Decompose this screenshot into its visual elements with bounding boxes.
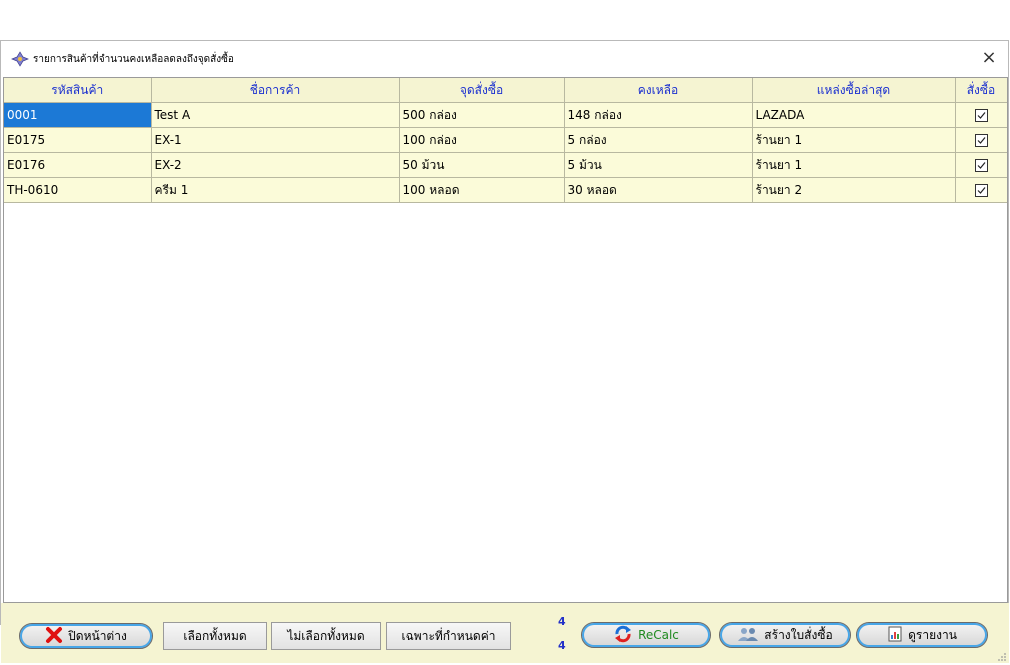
column-header-code[interactable]: รหัสสินค้า bbox=[4, 78, 152, 103]
product-grid[interactable]: รหัสสินค้า ชื่อการค้า จุดสั่งซื้อ คงเหลื… bbox=[3, 77, 1008, 603]
cell-reorder[interactable]: 50 ม้วน bbox=[399, 152, 565, 178]
selected-count: 4 bbox=[558, 615, 566, 628]
product-table: รหัสสินค้า ชื่อการค้า จุดสั่งซื้อ คงเหลื… bbox=[4, 78, 1007, 203]
column-header-reorder[interactable]: จุดสั่งซื้อ bbox=[399, 78, 565, 103]
reorder-window: รายการสินค้าที่จำนวนคงเหลือลดลงถึงจุดสั่… bbox=[0, 40, 1009, 663]
cell-name[interactable]: ครีม 1 bbox=[151, 177, 400, 203]
cell-reorder[interactable]: 500 กล่อง bbox=[399, 102, 565, 128]
column-header-order[interactable]: สั่งซื้อ bbox=[955, 78, 1007, 103]
column-header-name[interactable]: ชื่อการค้า bbox=[151, 78, 400, 103]
cell-code[interactable]: TH-0610 bbox=[4, 177, 152, 203]
close-window-button[interactable]: ปิดหน้าต่าง bbox=[19, 623, 153, 649]
order-checkbox[interactable] bbox=[974, 134, 988, 147]
cell-remaining[interactable]: 5 กล่อง bbox=[564, 127, 753, 153]
resize-grip-icon[interactable] bbox=[997, 651, 1007, 661]
total-count: 4 bbox=[558, 639, 566, 652]
order-checkbox[interactable] bbox=[974, 184, 988, 197]
cell-remaining[interactable]: 148 กล่อง bbox=[564, 102, 753, 128]
create-po-button[interactable]: สร้างใบสั่งซื้อ bbox=[719, 622, 851, 648]
window-title: รายการสินค้าที่จำนวนคงเหลือลดลงถึงจุดสั่… bbox=[33, 54, 234, 65]
cell-source[interactable]: ร้านยา 1 bbox=[752, 152, 956, 178]
footer-toolbar: ปิดหน้าต่าง เลือกทั้งหมด ไม่เลือกทั้งหมด… bbox=[1, 603, 1009, 663]
column-header-source[interactable]: แหล่งซื้อล่าสุด bbox=[752, 78, 956, 103]
red-x-icon bbox=[45, 626, 63, 647]
title-bar: รายการสินค้าที่จำนวนคงเหลือลดลงถึงจุดสั่… bbox=[1, 41, 1008, 77]
select-all-button[interactable]: เลือกทั้งหมด bbox=[163, 622, 267, 650]
cell-name[interactable]: EX-1 bbox=[151, 127, 400, 153]
cell-code[interactable]: 0001 bbox=[4, 102, 152, 128]
recalc-label: ReCalc bbox=[638, 628, 679, 642]
cell-remaining[interactable]: 30 หลอด bbox=[564, 177, 753, 203]
cell-name[interactable]: EX-2 bbox=[151, 152, 400, 178]
cell-order bbox=[955, 127, 1007, 153]
view-report-label: ดูรายงาน bbox=[908, 627, 957, 642]
view-report-button[interactable]: ดูรายงาน bbox=[856, 622, 988, 648]
order-checkbox[interactable] bbox=[974, 159, 988, 172]
order-checkbox[interactable] bbox=[974, 109, 988, 122]
cell-name[interactable]: Test A bbox=[151, 102, 400, 128]
create-po-label: สร้างใบสั่งซื้อ bbox=[764, 627, 833, 642]
cell-remaining[interactable]: 5 ม้วน bbox=[564, 152, 753, 178]
cell-reorder[interactable]: 100 กล่อง bbox=[399, 127, 565, 153]
header-row: รหัสสินค้า ชื่อการค้า จุดสั่งซื้อ คงเหลื… bbox=[4, 78, 1007, 103]
cell-code[interactable]: E0175 bbox=[4, 127, 152, 153]
cell-source[interactable]: ร้านยา 1 bbox=[752, 127, 956, 153]
close-window-label: ปิดหน้าต่าง bbox=[68, 628, 127, 643]
table-row[interactable]: E0176 EX-2 50 ม้วน 5 ม้วน ร้านยา 1 bbox=[4, 152, 1007, 178]
app-star-icon bbox=[11, 51, 29, 67]
close-icon[interactable]: × bbox=[978, 47, 1000, 69]
table-row[interactable]: E0175 EX-1 100 กล่อง 5 กล่อง ร้านยา 1 bbox=[4, 127, 1007, 153]
cell-source[interactable]: LAZADA bbox=[752, 102, 956, 128]
people-icon bbox=[737, 626, 759, 645]
specific-only-button[interactable]: เฉพาะที่กำหนดค่า bbox=[386, 622, 511, 650]
refresh-icon bbox=[613, 624, 633, 647]
column-header-remaining[interactable]: คงเหลือ bbox=[564, 78, 753, 103]
cell-order bbox=[955, 152, 1007, 178]
cell-order bbox=[955, 102, 1007, 128]
recalc-button[interactable]: ReCalc bbox=[581, 622, 711, 648]
cell-source[interactable]: ร้านยา 2 bbox=[752, 177, 956, 203]
cell-reorder[interactable]: 100 หลอด bbox=[399, 177, 565, 203]
deselect-all-button[interactable]: ไม่เลือกทั้งหมด bbox=[271, 622, 381, 650]
cell-order bbox=[955, 177, 1007, 203]
cell-code[interactable]: E0176 bbox=[4, 152, 152, 178]
table-row[interactable]: 0001 Test A 500 กล่อง 148 กล่อง LAZADA bbox=[4, 102, 1007, 128]
report-icon bbox=[887, 626, 903, 645]
table-row[interactable]: TH-0610 ครีม 1 100 หลอด 30 หลอด ร้านยา 2 bbox=[4, 177, 1007, 203]
